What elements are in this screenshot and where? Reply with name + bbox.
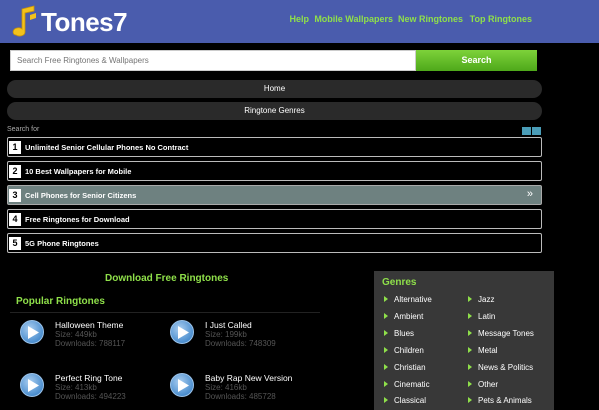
play-icon xyxy=(28,326,39,339)
menu-home[interactable]: Home xyxy=(7,80,542,98)
genres-heading: Genres xyxy=(382,277,417,288)
triangle-bullet-icon xyxy=(468,380,472,387)
triangle-bullet-icon xyxy=(468,329,472,336)
result-number: 1 xyxy=(9,141,21,154)
play-icon xyxy=(178,326,189,339)
search-result-item[interactable]: 1 Unlimited Senior Cellular Phones No Co… xyxy=(7,137,542,157)
ringtone-downloads: Downloads: 485728 xyxy=(205,392,276,401)
site-logo[interactable]: Tones7 xyxy=(10,4,128,40)
ringtone-downloads: Downloads: 748309 xyxy=(205,339,276,348)
genre-link[interactable]: Blues xyxy=(384,329,414,338)
play-icon xyxy=(178,379,189,392)
chevron-double-right-icon: » xyxy=(526,188,533,200)
ringtone-item: I Just Called Size: 199kb Downloads: 748… xyxy=(170,320,330,354)
result-number: 3 xyxy=(9,189,21,202)
nav-mobile-wallpapers[interactable]: Mobile Wallpapers xyxy=(314,14,393,24)
nav-new-ringtones[interactable]: New Ringtones xyxy=(398,14,463,24)
genre-link[interactable]: Message Tones xyxy=(468,329,534,338)
search-for-label: Search for xyxy=(7,126,40,133)
ringtone-size: Size: 416kb xyxy=(205,383,247,392)
genre-link[interactable]: Classical xyxy=(384,396,426,405)
genre-link[interactable]: Ambient xyxy=(384,312,423,321)
genre-link[interactable]: Christian xyxy=(384,363,426,372)
ringtone-downloads: Downloads: 494223 xyxy=(55,392,126,401)
ringtone-item: Baby Rap New Version Size: 416kb Downloa… xyxy=(170,373,330,407)
music-note-logo-icon xyxy=(12,5,36,37)
genre-link[interactable]: Other xyxy=(468,380,498,389)
result-label: Cell Phones for Senior Citizens xyxy=(25,191,137,200)
result-label: Unlimited Senior Cellular Phones No Cont… xyxy=(25,143,189,152)
triangle-bullet-icon xyxy=(468,396,472,403)
search-result-item[interactable]: 5 5G Phone Ringtones xyxy=(7,233,542,253)
ringtone-item: Perfect Ring Tone Size: 413kb Downloads:… xyxy=(20,373,180,407)
download-free-ringtones-heading: Download Free Ringtones xyxy=(105,273,229,284)
triangle-bullet-icon xyxy=(468,312,472,319)
result-label: 5G Phone Ringtones xyxy=(25,239,99,248)
result-label: 10 Best Wallpapers for Mobile xyxy=(25,167,132,176)
search-bar: Search xyxy=(10,50,537,71)
result-number: 4 xyxy=(9,213,21,226)
triangle-bullet-icon xyxy=(468,295,472,302)
genre-link[interactable]: Latin xyxy=(468,312,495,321)
search-input[interactable] xyxy=(10,50,416,71)
genre-link[interactable]: Pets & Animals xyxy=(468,396,532,405)
triangle-bullet-icon xyxy=(384,329,388,336)
ringtone-size: Size: 199kb xyxy=(205,330,247,339)
search-result-item[interactable]: 4 Free Ringtones for Download xyxy=(7,209,542,229)
ringtone-title[interactable]: Perfect Ring Tone xyxy=(55,373,122,383)
triangle-bullet-icon xyxy=(384,396,388,403)
search-result-item-active[interactable]: 3 Cell Phones for Senior Citizens » xyxy=(7,185,542,205)
genre-link[interactable]: Cinematic xyxy=(384,380,430,389)
ringtone-size: Size: 413kb xyxy=(55,383,97,392)
ringtone-title[interactable]: Halloween Theme xyxy=(55,320,123,330)
ringtone-title[interactable]: Baby Rap New Version xyxy=(205,373,292,383)
view-toggle-icon[interactable] xyxy=(522,127,542,135)
menu-ringtone-genres[interactable]: Ringtone Genres xyxy=(7,102,542,120)
triangle-bullet-icon xyxy=(384,312,388,319)
ringtone-title[interactable]: I Just Called xyxy=(205,320,252,330)
ringtone-downloads: Downloads: 788117 xyxy=(55,339,126,348)
result-label: Free Ringtones for Download xyxy=(25,215,130,224)
triangle-bullet-icon xyxy=(384,363,388,370)
ringtone-item: Halloween Theme Size: 449kb Downloads: 7… xyxy=(20,320,180,354)
genres-panel: Genres Alternative Ambient Blues Childre… xyxy=(374,271,554,410)
search-button[interactable]: Search xyxy=(416,50,537,71)
popular-ringtones-heading: Popular Ringtones xyxy=(16,296,105,307)
genre-link[interactable]: Children xyxy=(384,346,424,355)
result-number: 5 xyxy=(9,237,21,250)
genre-link[interactable]: News & Politics xyxy=(468,363,533,372)
search-result-item[interactable]: 2 10 Best Wallpapers for Mobile xyxy=(7,161,542,181)
play-icon xyxy=(28,379,39,392)
genre-link[interactable]: Jazz xyxy=(468,295,494,304)
triangle-bullet-icon xyxy=(468,363,472,370)
genre-link[interactable]: Alternative xyxy=(384,295,432,304)
nav-top-ringtones[interactable]: Top Ringtones xyxy=(470,14,532,24)
result-number: 2 xyxy=(9,165,21,178)
section-divider xyxy=(10,312,320,313)
genre-link[interactable]: Metal xyxy=(468,346,498,355)
play-button[interactable] xyxy=(20,320,44,344)
triangle-bullet-icon xyxy=(384,295,388,302)
triangle-bullet-icon xyxy=(384,380,388,387)
play-button[interactable] xyxy=(20,373,44,397)
triangle-bullet-icon xyxy=(384,346,388,353)
ringtone-size: Size: 449kb xyxy=(55,330,97,339)
play-button[interactable] xyxy=(170,373,194,397)
logo-text: Tones7 xyxy=(41,6,128,37)
nav-help[interactable]: Help xyxy=(289,14,309,24)
triangle-bullet-icon xyxy=(468,346,472,353)
site-header: Tones7 Help Mobile Wallpapers New Ringto… xyxy=(0,0,599,43)
play-button[interactable] xyxy=(170,320,194,344)
